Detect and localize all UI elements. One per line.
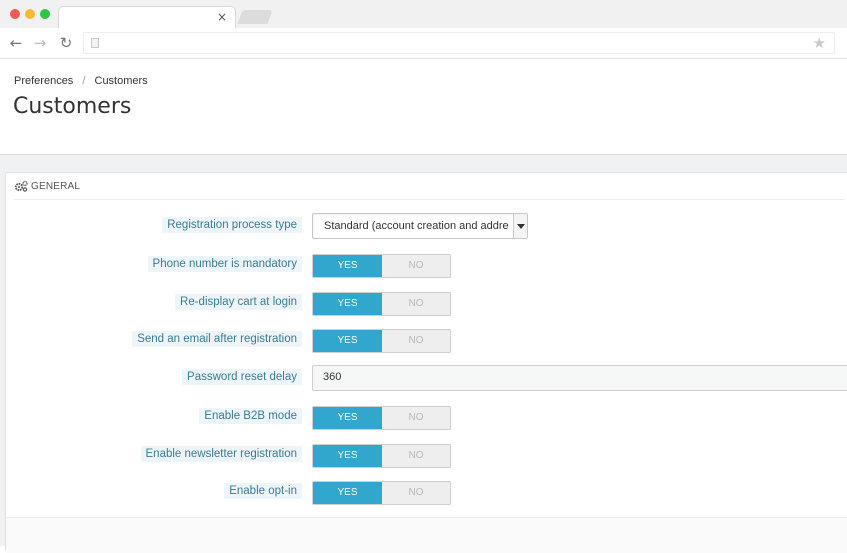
registration-type-label: Registration process type [162, 217, 302, 233]
close-tab-icon[interactable]: × [217, 10, 227, 24]
page-title: Customers [13, 94, 132, 119]
redisplay-cart-yes[interactable]: YES [313, 293, 382, 315]
newsletter-switch[interactable]: YES NO [312, 444, 451, 468]
chevron-down-icon[interactable] [513, 214, 527, 238]
phone-mandatory-no[interactable]: NO [382, 255, 450, 277]
browser-toolbar: ← → ↻ ★ [0, 28, 847, 59]
optin-yes[interactable]: YES [313, 482, 382, 504]
address-bar[interactable]: ★ [83, 32, 835, 54]
redisplay-cart-switch[interactable]: YES NO [312, 292, 451, 316]
password-reset-row: Password reset delay [0, 369, 302, 389]
newsletter-label: Enable newsletter registration [140, 446, 302, 462]
b2b-mode-row: Enable B2B mode [0, 408, 302, 428]
phone-mandatory-yes[interactable]: YES [313, 255, 382, 277]
panel-title: GENERAL [31, 181, 81, 192]
optin-label: Enable opt-in [224, 483, 302, 499]
phone-mandatory-row: Phone number is mandatory [0, 256, 302, 276]
send-email-switch[interactable]: YES NO [312, 329, 451, 353]
panel-footer [6, 517, 847, 553]
page-icon [91, 38, 99, 48]
b2b-mode-yes[interactable]: YES [313, 407, 382, 429]
registration-type-select[interactable]: Standard (account creation and address c… [312, 213, 528, 239]
breadcrumb-separator: / [82, 75, 86, 87]
redisplay-cart-label: Re-display cart at login [175, 294, 302, 310]
registration-type-value: Standard (account creation and address c… [324, 220, 509, 232]
send-email-label: Send an email after registration [132, 331, 302, 347]
optin-switch[interactable]: YES NO [312, 481, 451, 505]
breadcrumb-current: Customers [94, 75, 148, 87]
redisplay-cart-row: Re-display cart at login [0, 294, 302, 314]
browser-tab[interactable]: × [58, 6, 236, 29]
reload-icon[interactable]: ↻ [57, 33, 75, 53]
b2b-mode-label: Enable B2B mode [199, 408, 302, 424]
minimize-window-button[interactable] [25, 9, 35, 19]
back-arrow-icon[interactable]: ← [7, 33, 25, 53]
bookmark-star-icon[interactable]: ★ [813, 33, 826, 53]
phone-mandatory-switch[interactable]: YES NO [312, 254, 451, 278]
password-reset-input[interactable] [323, 371, 823, 383]
breadcrumb: Preferences / Customers [14, 75, 148, 87]
maximize-window-button[interactable] [40, 9, 50, 19]
cogs-icon [14, 180, 28, 192]
b2b-mode-no[interactable]: NO [382, 407, 450, 429]
close-window-button[interactable] [10, 9, 20, 19]
optin-row: Enable opt-in [0, 483, 302, 503]
browser-tab-bar: × [0, 0, 847, 29]
new-tab-button[interactable] [237, 10, 273, 24]
phone-mandatory-label: Phone number is mandatory [147, 256, 302, 272]
registration-type-row: Registration process type [0, 217, 302, 237]
password-reset-field[interactable] [312, 365, 847, 391]
b2b-mode-switch[interactable]: YES NO [312, 406, 451, 430]
newsletter-yes[interactable]: YES [313, 445, 382, 467]
redisplay-cart-no[interactable]: NO [382, 293, 450, 315]
password-reset-label: Password reset delay [182, 369, 302, 385]
page-header: Preferences / Customers Customers [0, 60, 847, 155]
send-email-row: Send an email after registration [0, 331, 302, 351]
send-email-yes[interactable]: YES [313, 330, 382, 352]
breadcrumb-parent-link[interactable]: Preferences [14, 75, 73, 87]
panel-heading: GENERAL [14, 173, 844, 200]
send-email-no[interactable]: NO [382, 330, 450, 352]
forward-arrow-icon[interactable]: → [31, 33, 49, 53]
optin-no[interactable]: NO [382, 482, 450, 504]
newsletter-row: Enable newsletter registration [0, 446, 302, 466]
newsletter-no[interactable]: NO [382, 445, 450, 467]
